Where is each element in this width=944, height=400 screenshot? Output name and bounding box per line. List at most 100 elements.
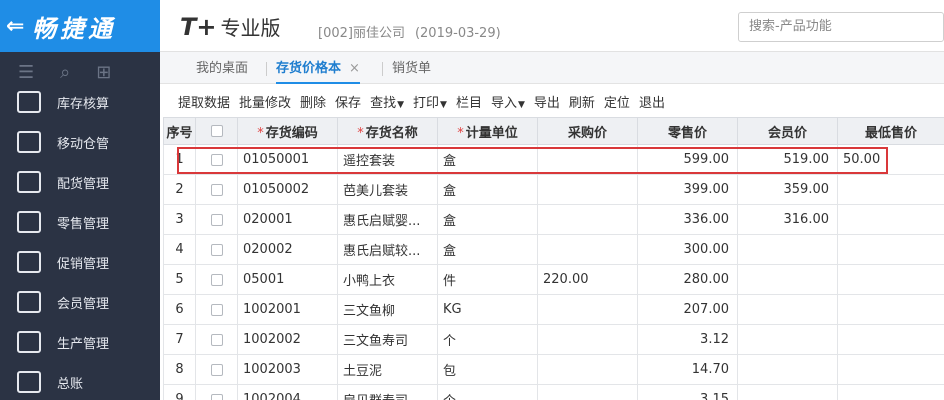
cell-retail[interactable]: 14.70	[637, 354, 738, 385]
cell-min[interactable]: 50.00	[837, 144, 944, 175]
row-select-cell[interactable]	[195, 294, 238, 325]
cell-min[interactable]	[837, 324, 944, 355]
cell-name[interactable]: 扇贝群寿司	[337, 384, 438, 400]
cell-member[interactable]	[737, 324, 838, 355]
cell-purchase[interactable]	[537, 204, 638, 235]
cell-code[interactable]: 020001	[237, 204, 338, 235]
table-row[interactable]: 5 05001 小鸭上衣件 220.00 280.00	[163, 264, 944, 295]
cell-min[interactable]	[837, 234, 944, 265]
cell-unit[interactable]: KG	[437, 294, 538, 325]
sidebar-item-inventory-accounting[interactable]: 库存核算	[0, 82, 160, 122]
cell-code[interactable]: 05001	[237, 264, 338, 295]
row-select-cell[interactable]	[195, 144, 238, 175]
export-button[interactable]: 导出	[534, 92, 560, 111]
cell-no[interactable]: 9	[163, 384, 196, 400]
table-row[interactable]: 8 1002003 土豆泥包 14.70	[163, 354, 944, 385]
cell-no[interactable]: 3	[163, 204, 196, 235]
cell-name[interactable]: 土豆泥	[337, 354, 438, 385]
cell-name[interactable]: 小鸭上衣	[337, 264, 438, 295]
cell-member[interactable]: 316.00	[737, 204, 838, 235]
cell-member[interactable]: 359.00	[737, 174, 838, 205]
extract-data-button[interactable]: 提取数据	[178, 92, 230, 111]
cell-unit[interactable]: 个	[437, 324, 538, 355]
cell-unit[interactable]: 盒	[437, 144, 538, 175]
cell-unit[interactable]: 件	[437, 264, 538, 295]
add-doc-icon[interactable]: ⊞	[96, 62, 111, 83]
column-header-unit[interactable]: * 计量单位	[437, 117, 538, 145]
tab-sales-order[interactable]: 销货单	[392, 52, 431, 84]
cell-retail[interactable]: 300.00	[637, 234, 738, 265]
cell-retail[interactable]: 3.15	[637, 384, 738, 400]
cell-code[interactable]: 01050002	[237, 174, 338, 205]
batch-edit-button[interactable]: 批量修改	[239, 92, 291, 111]
cell-code[interactable]: 01050001	[237, 144, 338, 175]
cell-retail[interactable]: 399.00	[637, 174, 738, 205]
cell-purchase[interactable]	[537, 144, 638, 175]
row-select-cell[interactable]	[195, 234, 238, 265]
cell-name[interactable]: 遥控套装	[337, 144, 438, 175]
find-button[interactable]: 查找▼	[370, 92, 404, 111]
column-header-purchase-price[interactable]: 采购价	[537, 117, 638, 145]
cell-member[interactable]	[737, 354, 838, 385]
sidebar-item-mobile-warehouse[interactable]: 移动仓管	[0, 122, 160, 162]
cell-purchase[interactable]: 220.00	[537, 264, 638, 295]
cell-code[interactable]: 1002002	[237, 324, 338, 355]
cell-no[interactable]: 7	[163, 324, 196, 355]
columns-button[interactable]: 栏目	[456, 92, 482, 111]
cell-name[interactable]: 惠氏启赋婴...	[337, 204, 438, 235]
cell-retail[interactable]: 336.00	[637, 204, 738, 235]
close-icon[interactable]: ×	[349, 61, 360, 76]
cell-no[interactable]: 1	[163, 144, 196, 175]
row-checkbox[interactable]	[210, 183, 223, 196]
table-row[interactable]: 6 1002001 三文鱼柳 KG 207.00	[163, 294, 944, 325]
column-header-code[interactable]: * 存货编码	[237, 117, 338, 145]
cell-min[interactable]	[837, 204, 944, 235]
row-select-cell[interactable]	[195, 204, 238, 235]
menu-icon[interactable]: ☰	[18, 62, 34, 83]
save-button[interactable]: 保存	[335, 92, 361, 111]
cell-member[interactable]: 519.00	[737, 144, 838, 175]
table-row[interactable]: 9 1002004扇贝群寿司个 3.15	[163, 384, 944, 400]
row-select-cell[interactable]	[195, 384, 238, 400]
cell-retail[interactable]: 599.00	[637, 144, 738, 175]
back-arrow-icon[interactable]: ⇐	[6, 14, 32, 39]
cell-purchase[interactable]	[537, 384, 638, 400]
cell-min[interactable]	[837, 174, 944, 205]
cell-purchase[interactable]	[537, 174, 638, 205]
row-checkbox[interactable]	[210, 393, 223, 400]
column-header-retail-price[interactable]: 零售价	[637, 117, 738, 145]
sidebar-item-general-ledger[interactable]: 总账	[0, 362, 160, 400]
cell-member[interactable]	[737, 264, 838, 295]
row-select-cell[interactable]	[195, 324, 238, 355]
cell-retail[interactable]: 280.00	[637, 264, 738, 295]
row-checkbox[interactable]	[210, 333, 223, 346]
cell-unit[interactable]: 盒	[437, 204, 538, 235]
search-doc-icon[interactable]: ⌕	[60, 62, 70, 83]
search-input[interactable]: 搜索-产品功能	[738, 12, 944, 42]
tab-price-book[interactable]: 存货价格本 ×	[276, 52, 360, 84]
import-button[interactable]: 导入▼	[491, 92, 525, 111]
row-checkbox[interactable]	[210, 213, 223, 226]
cell-retail[interactable]: 3.12	[637, 324, 738, 355]
cell-purchase[interactable]	[537, 234, 638, 265]
row-checkbox[interactable]	[210, 243, 223, 256]
print-button[interactable]: 打印▼	[413, 92, 447, 111]
cell-unit[interactable]: 包	[437, 354, 538, 385]
table-row[interactable]: 4 020002 惠氏启赋较... 盒 300.00	[163, 234, 944, 265]
tab-my-desktop[interactable]: 我的桌面	[196, 52, 248, 84]
delete-button[interactable]: 删除	[300, 92, 326, 111]
cell-purchase[interactable]	[537, 324, 638, 355]
cell-no[interactable]: 8	[163, 354, 196, 385]
table-row[interactable]: 3 020001 惠氏启赋婴... 盒 336.00 316.00	[163, 204, 944, 235]
cell-min[interactable]	[837, 264, 944, 295]
cell-member[interactable]	[737, 384, 838, 400]
column-header-min-price[interactable]: 最低售价	[837, 117, 944, 145]
cell-unit[interactable]: 盒	[437, 174, 538, 205]
cell-name[interactable]: 芭美儿套装	[337, 174, 438, 205]
select-all-checkbox[interactable]	[210, 125, 223, 137]
column-header-select[interactable]	[195, 117, 238, 145]
cell-no[interactable]: 5	[163, 264, 196, 295]
cell-code[interactable]: 1002003	[237, 354, 338, 385]
cell-no[interactable]: 6	[163, 294, 196, 325]
cell-purchase[interactable]	[537, 354, 638, 385]
